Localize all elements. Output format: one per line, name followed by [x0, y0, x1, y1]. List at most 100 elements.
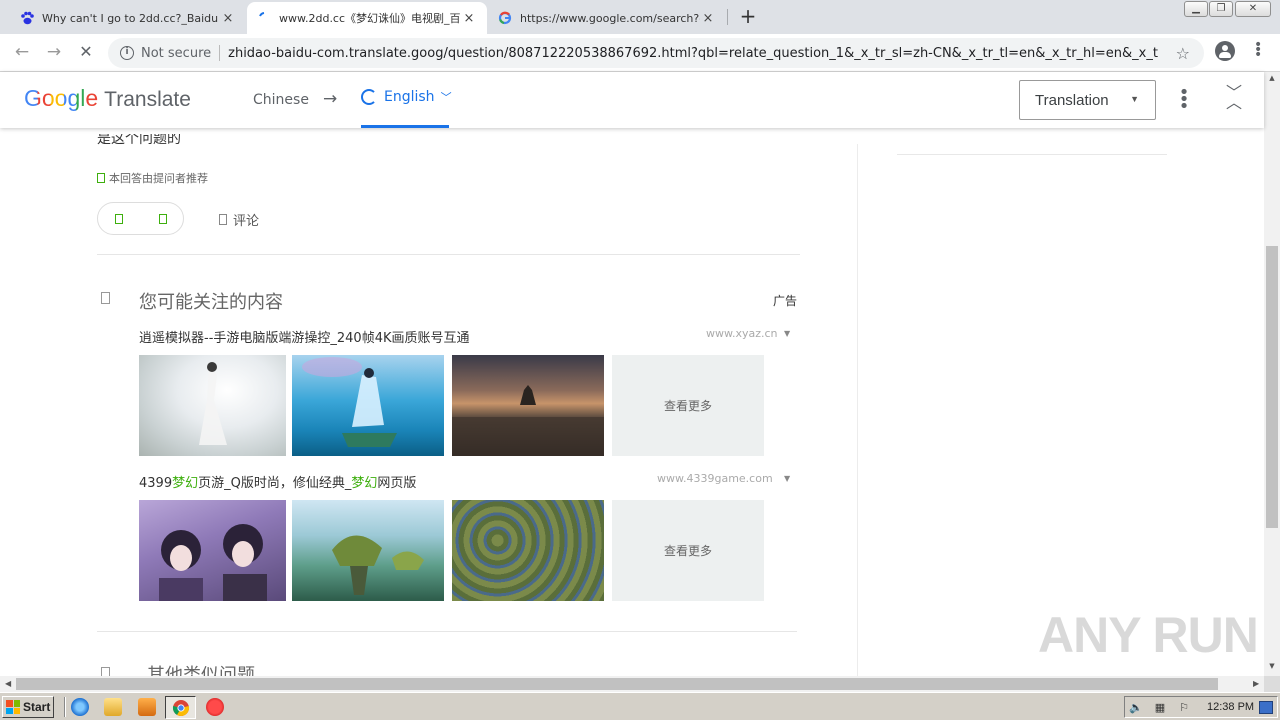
- caret-down-icon[interactable]: ▼: [784, 329, 790, 338]
- ad-title-1[interactable]: 逍遥模拟器--手游电脑版端游操控_240帧4K画质账号互通: [139, 327, 470, 346]
- scroll-corner: [1264, 676, 1280, 692]
- ad-domain-1[interactable]: www.xyaz.cn: [706, 327, 778, 340]
- active-language-indicator: [361, 125, 449, 128]
- horizontal-scrollbar[interactable]: ◀ ▶: [0, 676, 1264, 692]
- chevron-down-icon: ﹀: [440, 91, 452, 104]
- ad-image-figure: [302, 357, 397, 447]
- start-label: Start: [23, 700, 51, 714]
- translate-bar: Google Translate Chinese → English ﹀ Tran…: [0, 72, 1264, 128]
- ad-image[interactable]: [292, 500, 444, 601]
- ad-domain-2[interactable]: www.4339game.com: [657, 472, 773, 485]
- tab-title: www.2dd.cc《梦幻诛仙》电视剧_百度知道: [279, 12, 461, 25]
- menu-icon[interactable]: • • •: [1254, 38, 1262, 62]
- url-text[interactable]: zhidao-baidu-com.translate.goog/question…: [228, 46, 1158, 61]
- scroll-down-icon[interactable]: ▼: [1264, 662, 1280, 670]
- start-button[interactable]: Start: [2, 696, 54, 718]
- ad-image-figure: [332, 535, 424, 595]
- address-bar[interactable]: i Not secure zhidao-baidu-com.translate.…: [108, 38, 1204, 68]
- google-translate-logo[interactable]: Google Translate: [24, 85, 191, 112]
- horizontal-scroll-thumb[interactable]: [16, 678, 1218, 690]
- account-icon[interactable]: [1215, 41, 1235, 61]
- clock[interactable]: 12:38 PM: [1207, 701, 1254, 713]
- tab-close-icon[interactable]: ×: [700, 11, 716, 26]
- sidebar-divider: [897, 154, 1167, 155]
- scroll-up-icon[interactable]: ▲: [1264, 74, 1280, 82]
- chrome-icon: [172, 700, 190, 717]
- caret-down-icon[interactable]: ▼: [784, 474, 790, 483]
- tab-close-icon[interactable]: ×: [220, 11, 236, 26]
- tab-separator: [727, 9, 728, 25]
- ad-title-highlight: 梦幻: [172, 476, 199, 491]
- chrome-taskbar-button[interactable]: [165, 696, 196, 719]
- tab-baidu-question[interactable]: Why can't I go to 2dd.cc?_Baidu Know ×: [10, 2, 246, 34]
- ad-title-highlight: 梦幻: [351, 476, 378, 491]
- ad-title-text: 逍遥模拟器--手游电脑版端游操控_240帧4K画质账号互通: [139, 331, 470, 346]
- ad-title-2[interactable]: 4399梦幻页游_Q版时尚，修仙经典_梦幻网页版: [139, 472, 416, 491]
- ad-title-text: 网页版: [377, 476, 417, 491]
- loading-spinner-icon: [361, 89, 377, 105]
- info-icon[interactable]: i: [120, 46, 134, 60]
- answer-text-fragment: 是这个问题的: [97, 131, 181, 147]
- tab-2dd-question[interactable]: www.2dd.cc《梦幻诛仙》电视剧_百度知道 ×: [247, 2, 487, 34]
- back-icon[interactable]: ←: [10, 42, 34, 64]
- loading-icon: [259, 12, 265, 17]
- tab-title: Why can't I go to 2dd.cc?_Baidu Know: [42, 11, 220, 25]
- flag-icon[interactable]: ⚐: [1177, 701, 1191, 714]
- ad-image[interactable]: [139, 500, 286, 601]
- section-icon: [101, 292, 110, 304]
- anyrun-watermark: ANY RUN: [1038, 607, 1259, 663]
- see-more-button[interactable]: 查看更多: [612, 500, 764, 601]
- security-alert-icon[interactable]: [206, 698, 224, 716]
- thumbs-down-icon[interactable]: [159, 214, 167, 224]
- scroll-right-icon[interactable]: ▶: [1253, 679, 1259, 688]
- vertical-scrollbar[interactable]: ▲ ▼: [1264, 72, 1280, 676]
- thumbs-up-icon[interactable]: [115, 214, 123, 224]
- source-language[interactable]: Chinese: [253, 92, 309, 108]
- divider: [219, 45, 221, 61]
- ad-image[interactable]: [452, 355, 604, 456]
- comment-button[interactable]: 评论: [219, 210, 259, 229]
- star-icon[interactable]: ☆: [1176, 44, 1190, 63]
- see-more-button[interactable]: 查看更多: [612, 355, 764, 456]
- section-icon: [101, 667, 110, 676]
- google-g-icon: [498, 11, 512, 25]
- divider: [97, 631, 797, 632]
- scroll-left-icon[interactable]: ◀: [5, 679, 11, 688]
- logo-translate: Translate: [104, 88, 191, 111]
- comment-label: 评论: [233, 214, 260, 229]
- stop-icon[interactable]: ✕: [74, 42, 98, 64]
- ad-title-text: 页游_Q版时尚，修仙经典_: [198, 476, 352, 491]
- window-close-icon[interactable]: ✕: [1235, 1, 1271, 17]
- restore-icon[interactable]: ❐: [1209, 1, 1233, 17]
- taskbar-separator: [64, 697, 66, 717]
- network-icon[interactable]: ▦: [1153, 701, 1167, 714]
- ad-badge: 广告: [773, 294, 798, 308]
- forward-icon[interactable]: →: [42, 42, 66, 64]
- translation-mode-select[interactable]: Translation ▼: [1019, 80, 1156, 120]
- ad-image[interactable]: [452, 500, 604, 601]
- ad-image-figure: [199, 362, 227, 445]
- show-desktop-icon[interactable]: [1259, 701, 1273, 714]
- more-options-icon[interactable]: • • •: [1178, 84, 1190, 116]
- tab-google-search[interactable]: https://www.google.com/search?q= ×: [488, 2, 726, 34]
- target-language-label: English: [384, 89, 435, 105]
- windows-logo-icon: [6, 700, 20, 714]
- media-player-icon[interactable]: [138, 698, 156, 716]
- tab-close-icon[interactable]: ×: [461, 11, 477, 26]
- ad-image-figure: [159, 524, 267, 601]
- collapse-icon[interactable]: ﹀ ︿: [1226, 85, 1242, 111]
- new-tab-button[interactable]: +: [737, 6, 759, 28]
- ad-title-text: 4399: [139, 476, 173, 491]
- internet-explorer-icon[interactable]: [71, 698, 89, 716]
- minimize-icon[interactable]: ▁: [1184, 1, 1208, 17]
- volume-icon[interactable]: 🔈: [1129, 701, 1143, 714]
- target-language[interactable]: English ﹀: [361, 89, 452, 105]
- logo-google: Google: [24, 85, 99, 111]
- ad-image[interactable]: [139, 355, 286, 456]
- comment-icon: [219, 214, 227, 225]
- section-title: 您可能关注的内容: [139, 292, 283, 313]
- folder-icon[interactable]: [104, 698, 122, 716]
- ad-image[interactable]: [292, 355, 444, 456]
- system-tray: 🔈 ▦ ⚐ 12:38 PM: [1124, 696, 1278, 718]
- vertical-scroll-thumb[interactable]: [1266, 246, 1278, 528]
